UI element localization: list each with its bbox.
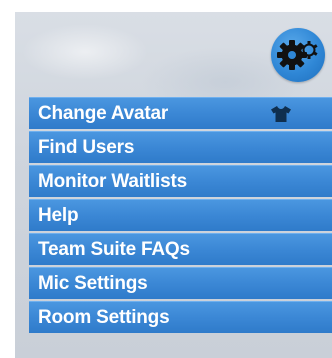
menu-item-team-suite-faqs[interactable]: Team Suite FAQs bbox=[29, 233, 332, 265]
menu-item-label: Mic Settings bbox=[38, 273, 148, 294]
menu-item-label: Monitor Waitlists bbox=[38, 171, 187, 192]
menu-item-label: Change Avatar bbox=[38, 103, 169, 124]
settings-button[interactable] bbox=[271, 28, 325, 82]
menu-item-room-settings[interactable]: Room Settings bbox=[29, 301, 332, 333]
menu-item-label: Help bbox=[38, 205, 79, 226]
gears-icon bbox=[277, 40, 318, 70]
menu-item-label: Find Users bbox=[38, 137, 135, 158]
menu-item-monitor-waitlists[interactable]: Monitor Waitlists bbox=[29, 165, 332, 197]
menu-item-label: Room Settings bbox=[38, 307, 170, 328]
menu-item-change-avatar[interactable]: Change Avatar bbox=[29, 97, 332, 129]
menu-item-find-users[interactable]: Find Users bbox=[29, 131, 332, 163]
menu-item-label: Team Suite FAQs bbox=[38, 239, 190, 260]
menu-item-mic-settings[interactable]: Mic Settings bbox=[29, 267, 332, 299]
settings-menu: Change Avatar Find Users Monitor Waitlis… bbox=[29, 97, 332, 333]
menu-item-help[interactable]: Help bbox=[29, 199, 332, 231]
shirt-icon bbox=[271, 106, 291, 122]
